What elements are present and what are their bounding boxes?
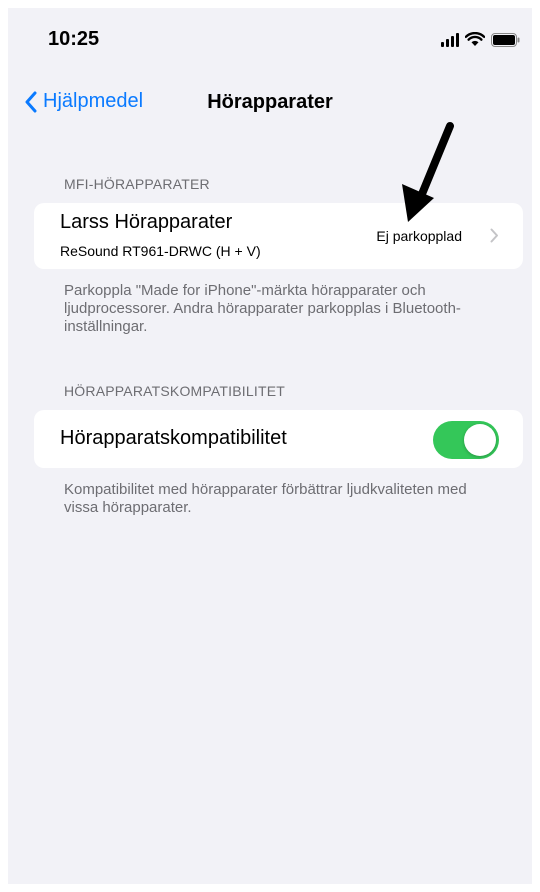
wifi-icon [465,32,485,46]
status-bar: 10:25 [8,8,532,68]
compat-toggle-label: Hörapparatskompatibilitet [60,427,287,449]
arrow-annotation-icon [402,122,454,222]
compat-row: Hörapparatskompatibilitet [34,410,523,468]
signal-icon [441,32,459,47]
status-time: 10:25 [48,28,100,50]
compat-toggle[interactable] [433,421,499,459]
battery-icon [491,32,520,47]
mfi-section-footer: Parkoppla "Made for iPhone"-märkta hörap… [64,282,461,335]
chevron-right-icon [490,228,498,243]
compat-section-header: HÖRAPPARATSKOMPATIBILITET [64,383,285,399]
mfi-section-header: MFI-HÖRAPPARATER [64,176,210,192]
screen: 10:25 Hjälpmedel Hörapparater MFI-HÖRAPP… [8,8,532,884]
toggle-knob [464,424,496,456]
status-icons [441,32,520,47]
device-model: ReSound RT961-DRWC (H + V) [60,243,261,259]
compat-section-footer: Kompatibilitet med hörapparater förbättr… [64,481,467,516]
device-name: Larss Hörapparater [60,211,233,233]
page-title: Hörapparater [207,91,333,113]
